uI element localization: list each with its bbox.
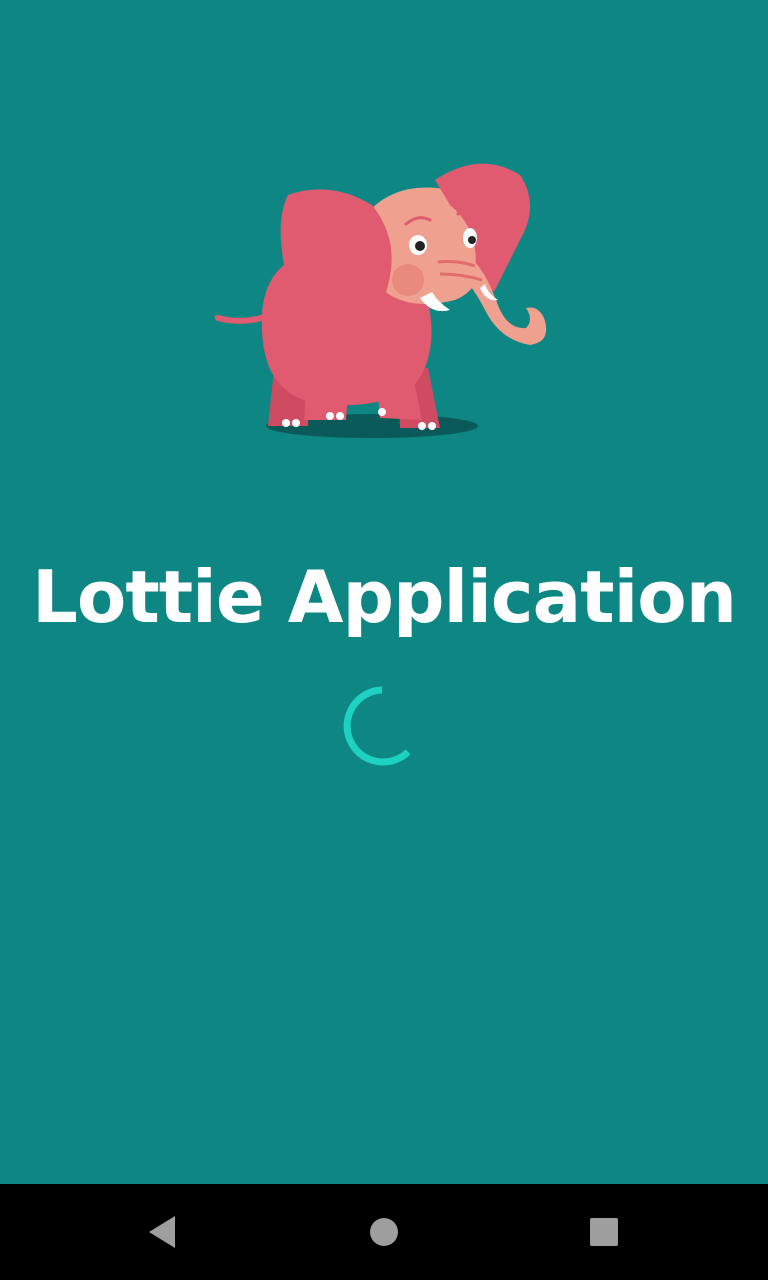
splash-screen: Lottie Application [0,0,768,1280]
recents-square-icon [590,1218,618,1246]
elephant-illustration [214,163,547,438]
app-title: Lottie Application [31,555,737,639]
elephant-front-leg [304,360,350,420]
home-button[interactable] [360,1208,408,1256]
home-circle-icon [370,1218,398,1246]
splash-content: Lottie Application [0,0,768,1184]
loading-spinner [343,686,411,766]
back-button[interactable] [138,1208,186,1256]
recents-button[interactable] [580,1208,628,1256]
elephant-cheek [392,264,424,296]
back-triangle-icon [149,1216,175,1248]
system-navigation-bar [0,1184,768,1280]
spinner-arc [343,686,411,766]
